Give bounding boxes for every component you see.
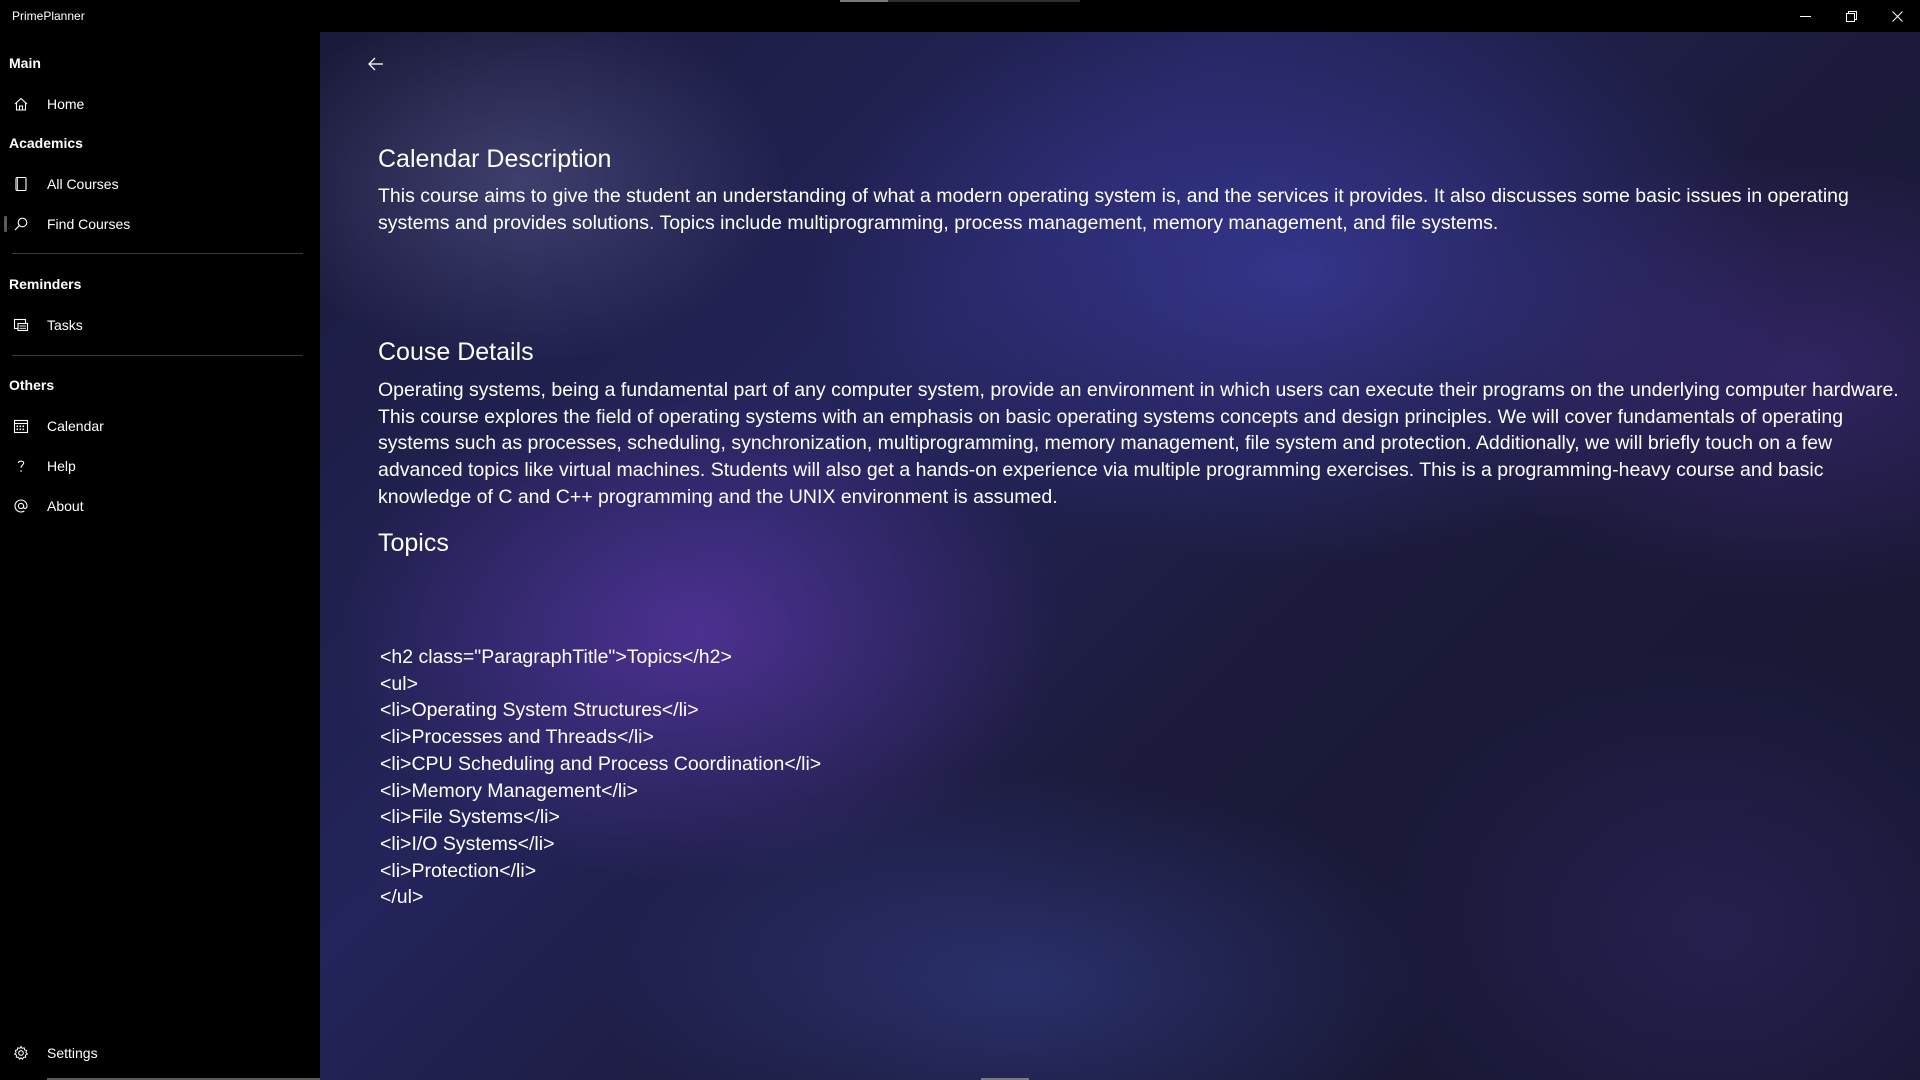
calendar-icon: [11, 416, 31, 436]
back-arrow-icon: [368, 57, 383, 71]
selection-indicator: [4, 216, 7, 232]
topics-code-line: <h2 class="ParagraphTitle">Topics</h2>: [380, 646, 732, 668]
minimize-button[interactable]: [1782, 0, 1828, 32]
minimize-icon: [1799, 15, 1811, 17]
topics-code-line: <li>CPU Scheduling and Process Coordinat…: [380, 752, 822, 775]
sidebar-item-label: Find Courses: [47, 216, 131, 232]
nav-header-academics: Academics: [9, 135, 83, 151]
topics-raw-html: <h2 class="ParagraphTitle">Topics</h2> <…: [380, 644, 821, 911]
search-icon: [11, 214, 31, 234]
gear-icon: [11, 1043, 31, 1063]
sidebar-item-find-courses[interactable]: Find Courses: [0, 204, 320, 244]
sidebar-item-label: Help: [47, 458, 76, 474]
topics-code-line: <li>I/O Systems</li>: [380, 832, 555, 855]
sidebar-item-label: About: [47, 498, 84, 514]
help-icon: [11, 456, 31, 476]
sidebar-item-about[interactable]: About: [0, 486, 320, 526]
nav-header-reminders: Reminders: [9, 276, 82, 292]
course-details-text: Operating systems, being a fundamental p…: [378, 379, 1899, 508]
close-icon: [1891, 10, 1903, 22]
topics-code-line: <li>Memory Management</li>: [380, 779, 638, 802]
topics-code-line: <li>Protection</li>: [380, 859, 537, 882]
sidebar-item-help[interactable]: Help: [0, 446, 320, 486]
close-button[interactable]: [1874, 0, 1920, 32]
nav-header-main: Main: [9, 55, 41, 71]
title-drag-indicator: [840, 0, 1080, 2]
topics-code-line: <li>File Systems</li>: [380, 806, 560, 829]
course-detail-content: Calendar Description This course aims to…: [320, 32, 1920, 1080]
sidebar-item-label: Calendar: [47, 418, 104, 434]
sidebar-item-label: Settings: [47, 1045, 98, 1061]
sidebar-item-label: Home: [47, 96, 85, 112]
restore-button[interactable]: [1828, 0, 1874, 32]
nav-separator: [12, 355, 303, 356]
topics-code-line: </ul>: [380, 886, 424, 909]
back-button[interactable]: [360, 48, 392, 80]
sidebar-item-calendar[interactable]: Calendar: [0, 406, 320, 446]
sidebar-item-settings[interactable]: Settings: [0, 1033, 320, 1073]
topics-code-line: <ul>: [380, 672, 418, 695]
sidebar-item-tasks[interactable]: Tasks: [0, 305, 320, 345]
topics-title: Topics: [378, 529, 449, 557]
sidebar-item-label: All Courses: [47, 176, 119, 192]
book-icon: [11, 174, 31, 194]
course-details-title: Couse Details: [378, 338, 534, 366]
home-icon: [11, 94, 31, 114]
sidebar-item-label: Tasks: [47, 317, 83, 333]
sidebar-item-all-courses[interactable]: All Courses: [0, 164, 320, 204]
restore-icon: [1845, 10, 1857, 22]
calendar-description-title: Calendar Description: [378, 145, 612, 173]
nav-header-others: Others: [9, 377, 55, 393]
tasks-icon: [11, 315, 31, 335]
calendar-description-text: This course aims to give the student an …: [378, 185, 1849, 234]
sidebar-nav: Main Home Academics All Courses Find Cou…: [0, 32, 391, 1080]
title-bar[interactable]: PrimePlanner: [0, 0, 1920, 32]
topics-code-line: <li>Operating System Structures</li>: [380, 699, 699, 722]
at-icon: [11, 496, 31, 516]
app-title: PrimePlanner: [12, 9, 85, 23]
app-window: PrimePlanner Main Home Academics All Cou…: [0, 0, 1920, 1080]
sidebar-item-home[interactable]: Home: [0, 84, 320, 124]
nav-separator: [12, 253, 303, 254]
topics-code-line: <li>Processes and Threads</li>: [380, 726, 654, 749]
caption-buttons: [1782, 0, 1920, 32]
